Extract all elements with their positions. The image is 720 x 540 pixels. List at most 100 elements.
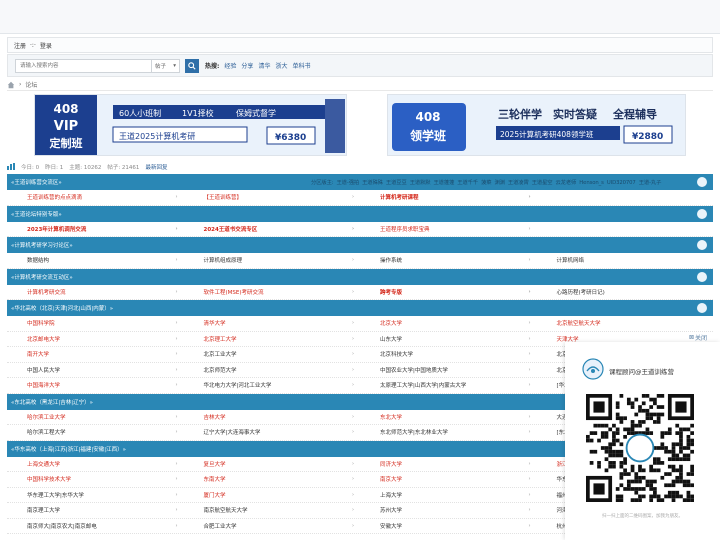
forum-board-link[interactable]: 吉林大学 › xyxy=(184,410,361,425)
moderator-link[interactable]: Henson_s xyxy=(579,180,604,186)
forum-board-link[interactable]: 北京科技大学 › xyxy=(360,347,537,362)
forum-board-link[interactable]: 北京航空航天大学 xyxy=(537,316,714,331)
chevron-right-icon: › xyxy=(352,335,354,342)
moderator-link[interactable]: 王道凌霄 xyxy=(508,180,529,186)
forum-category-header[interactable]: «王道论坛特别专版» xyxy=(7,205,713,222)
forum-board-link[interactable]: 上海大学 › xyxy=(360,488,537,503)
forum-board-link[interactable]: 华北电力大学|河北工业大学 › xyxy=(184,378,361,393)
qr-close-button[interactable]: ⊠ 关闭 xyxy=(689,333,707,342)
forum-board-link[interactable]: 合肥工业大学 › xyxy=(184,519,361,534)
collapse-toggle-icon[interactable] xyxy=(697,208,707,219)
forum-board-link[interactable]: 北京大学 › xyxy=(360,316,537,331)
forum-board-link[interactable]: 计算机考研课程 › xyxy=(360,190,537,205)
forum-board-link[interactable]: 厦门大学 › xyxy=(184,488,361,503)
search-type-select[interactable]: 帖子 ▾ xyxy=(152,58,180,73)
home-icon[interactable] xyxy=(7,81,15,89)
collapse-toggle-icon[interactable] xyxy=(697,303,707,313)
forum-board-link[interactable]: 清华大学 › xyxy=(184,316,361,331)
forum-board-link[interactable]: 东北师范大学|东北林业大学 › xyxy=(360,425,537,440)
forum-board-link[interactable]: 计算机考研交流 › xyxy=(7,285,184,300)
moderator-link[interactable]: 王道默默 xyxy=(410,180,431,186)
moderator-link[interactable]: 王道-强拍 xyxy=(336,180,359,186)
banner-vip[interactable]: 408 VIP 定制班 60人小班制 1V1择校 保姆式督学 王道2025计算机… xyxy=(34,94,347,156)
forum-board-link[interactable]: 心路历程(考研日记) xyxy=(537,285,714,300)
moderator-link[interactable]: 王道星空 xyxy=(532,180,553,186)
forum-board-link[interactable]: 中国农业大学|中国地质大学 › xyxy=(360,363,537,378)
moderator-link[interactable]: 王道豆豆 xyxy=(386,180,407,186)
forum-board-link[interactable]: 上海交通大学 › xyxy=(7,457,184,472)
forum-board-link[interactable]: 中国科学院 › xyxy=(7,316,184,331)
category-title[interactable]: «王道论坛特别专版» xyxy=(11,210,62,218)
hot-search-item[interactable]: 分享 xyxy=(241,61,253,70)
forum-board-link[interactable]: 北京邮电大学 › xyxy=(7,332,184,347)
forum-board-link[interactable]: 【王道训练营】 › xyxy=(184,190,361,205)
hot-search-item[interactable]: 清华 xyxy=(258,61,270,70)
forum-board-link[interactable]: 山东大学 › xyxy=(360,332,537,347)
category-title[interactable]: «王道训练营交流区» xyxy=(11,178,62,186)
moderator-link[interactable]: 王道蓬蓬 xyxy=(433,180,454,186)
forum-board-link[interactable]: 计算机组成原理 › xyxy=(184,253,361,268)
forum-board-link[interactable]: 哈尔滨工业大学 › xyxy=(7,410,184,425)
moderator-link[interactable]: 渊渊 xyxy=(494,180,505,186)
forum-board-link[interactable]: 辽宁大学|大连海事大学 › xyxy=(184,425,361,440)
hot-search-item[interactable]: 浙大 xyxy=(275,61,287,70)
forum-board-link[interactable]: 中国海洋大学 › xyxy=(7,378,184,393)
forum-board-link[interactable]: 2023年计算机调剂交流 › xyxy=(7,222,184,237)
forum-board-link[interactable]: 安徽大学 › xyxy=(360,519,537,534)
category-title[interactable]: «计算机考研交流互动区» xyxy=(11,273,73,281)
login-link[interactable]: 登录 xyxy=(40,41,52,50)
forum-board-link[interactable]: 南京大学 › xyxy=(360,472,537,487)
forum-board-link[interactable]: 王道程序员求职宝典 › xyxy=(360,222,537,237)
forum-board-link[interactable]: 苏州大学 › xyxy=(360,503,537,518)
category-title[interactable]: «东北高校（黑龙江|吉林|辽宁）» xyxy=(11,398,93,406)
moderator-link[interactable]: 王道千千 xyxy=(457,180,478,186)
forum-board-link[interactable]: 复旦大学 › xyxy=(184,457,361,472)
category-title[interactable]: «计算机考研学习讨论区» xyxy=(11,241,73,249)
forum-board-link[interactable]: 同济大学 › xyxy=(360,457,537,472)
forum-board-link[interactable]: 中国人民大学 › xyxy=(7,363,184,378)
forum-board-link[interactable]: 北京师范大学 › xyxy=(184,363,361,378)
forum-board-link[interactable]: 跨考专版 › xyxy=(360,285,537,300)
search-button[interactable] xyxy=(185,58,199,73)
forum-board-link[interactable]: 东南大学 › xyxy=(184,472,361,487)
forum-board-link[interactable]: 南京航空航天大学 › xyxy=(184,503,361,518)
breadcrumb-current[interactable]: 论坛 xyxy=(25,80,37,89)
moderator-link[interactable]: 王道-丸子 xyxy=(639,180,662,186)
moderator-link[interactable]: 王道殊殊 xyxy=(362,180,383,186)
collapse-toggle-icon[interactable] xyxy=(697,240,707,250)
forum-board-link[interactable]: 2024王道书交流专区 › xyxy=(184,222,361,237)
forum-category-header[interactable]: «计算机考研学习讨论区» xyxy=(7,237,713,253)
forum-board-link[interactable]: 操作系统 › xyxy=(360,253,537,268)
banner-guide-course: 2025计算机考研408领学班 xyxy=(500,129,594,139)
forum-board-link[interactable]: 软件工程(MSE)考研交流 › xyxy=(184,285,361,300)
forum-board-link[interactable]: 南京师大|南京农大|南京邮电 › xyxy=(7,519,184,534)
register-link[interactable]: 注册 xyxy=(14,41,26,50)
forum-board-link[interactable]: 中国科学技术大学 › xyxy=(7,472,184,487)
forum-board-link[interactable]: 计算机网络 xyxy=(537,253,714,268)
search-input[interactable] xyxy=(15,58,152,73)
forum-board-link[interactable]: 哈尔滨工程大学 › xyxy=(7,425,184,440)
forum-board-link[interactable]: 北京工业大学 › xyxy=(184,347,361,362)
banner-guide[interactable]: 408 领学班 三轮伴学 实时答疑 全程辅导 2025计算机考研408领学班 ¥… xyxy=(387,94,686,156)
forum-category-header[interactable]: «王道训练营交流区» 分区版主: 王道-强拍 王道殊殊 王道豆豆 王道默默 王道蓬蓬 王道千千… xyxy=(7,174,713,190)
forum-board-link[interactable]: 南开大学 › xyxy=(7,347,184,362)
forum-board-link[interactable]: 南京理工大学 › xyxy=(7,503,184,518)
category-title[interactable]: «华东高校（上海|江苏|浙江|福建|安徽|江西）» xyxy=(11,445,126,453)
hot-search-item[interactable]: 经验 xyxy=(224,61,236,70)
moderator-link[interactable]: UID320707 xyxy=(607,180,636,186)
forum-board-link[interactable]: 北京理工大学 › xyxy=(184,332,361,347)
newest-replies-link[interactable]: 最新回复 xyxy=(145,163,167,171)
collapse-toggle-icon[interactable] xyxy=(697,177,707,187)
moderator-link[interactable]: 菠菜 xyxy=(481,180,492,186)
hot-search-item[interactable]: 单科书 xyxy=(292,61,310,70)
forum-board-link[interactable]: 数据结构 › xyxy=(7,253,184,268)
forum-board-link[interactable]: 太原理工大学|山西大学|内蒙古大学 › xyxy=(360,378,537,393)
collapse-toggle-icon[interactable] xyxy=(697,271,707,282)
forum-board-link[interactable]: 华东理工大学|东华大学 › xyxy=(7,488,184,503)
forum-board-link[interactable]: 东北大学 › xyxy=(360,410,537,425)
category-title[interactable]: «华北高校（北京|天津|河北|山西|内蒙）» xyxy=(11,304,113,312)
forum-category-header[interactable]: «计算机考研交流互动区» xyxy=(7,268,713,285)
moderator-link[interactable]: 云龙老师 xyxy=(555,180,576,186)
forum-category-header[interactable]: «华北高校（北京|天津|河北|山西|内蒙）» xyxy=(7,300,713,316)
forum-board-link[interactable]: 王道训练营的点点滴滴 › xyxy=(7,190,184,205)
